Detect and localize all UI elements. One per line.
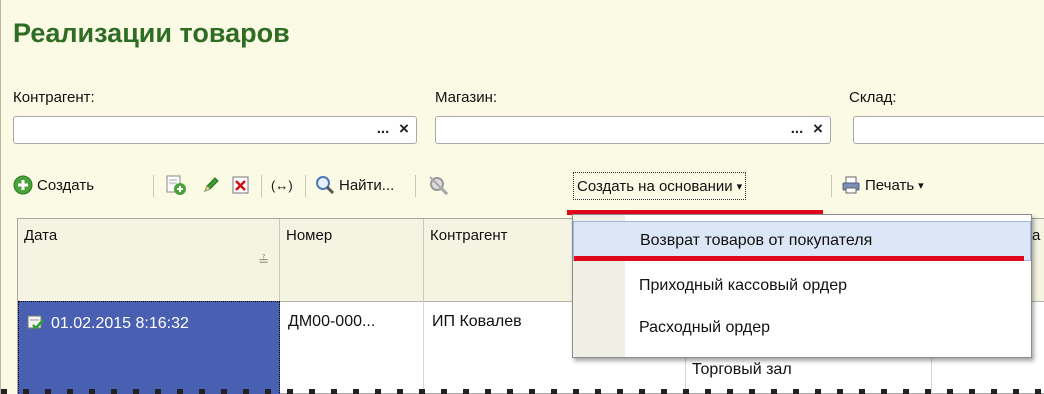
column-header-truncated[interactable]: а <box>1030 219 1044 301</box>
pencil-icon <box>204 177 219 192</box>
toolbar-separator <box>261 175 262 197</box>
store-clear-button[interactable]: × <box>807 117 829 143</box>
posted-document-icon <box>27 315 44 330</box>
resize-arrows-icon: (↔) <box>271 177 293 193</box>
print-button[interactable]: Печать ▾ <box>841 168 924 202</box>
toolbar-separator <box>305 175 306 197</box>
find-button-label: Найти... <box>339 176 395 194</box>
form-title: Реализации товаров <box>13 18 290 48</box>
form-window: Реализации товаров Контрагент: ... × Маг… <box>0 0 1044 394</box>
printer-icon <box>842 176 860 194</box>
find-button[interactable]: Найти... <box>315 168 394 202</box>
menu-item-return-from-buyer[interactable]: Возврат товаров от покупателя <box>573 221 1031 261</box>
cell-warehouse-text: Торговый зал <box>692 361 792 378</box>
sort-indicator-icon: ≟ <box>258 253 269 268</box>
store-choose-button[interactable]: ... <box>786 117 808 143</box>
chevron-down-icon: ▾ <box>918 179 924 192</box>
counterparty-label: Контрагент: <box>13 89 95 106</box>
copy-button[interactable] <box>165 168 187 202</box>
cell-number[interactable]: ДМ00-000... <box>280 301 424 394</box>
plus-circle-icon <box>13 175 33 195</box>
chevron-down-icon: ▾ <box>736 180 743 193</box>
create-based-on-menu: Возврат товаров от покупателя Приходный … <box>572 214 1032 358</box>
menu-item-cash-receipt-order[interactable]: Приходный кассовый ордер <box>573 267 1031 307</box>
column-header-number[interactable]: Номер <box>280 219 424 301</box>
cancel-search-button[interactable] <box>427 168 449 202</box>
create-based-on-button[interactable]: Создать на основании ▾ <box>573 172 747 200</box>
edit-button[interactable] <box>201 168 221 202</box>
delete-button[interactable] <box>231 168 251 202</box>
magnifier-icon <box>316 176 335 195</box>
counterparty-field[interactable]: ... × <box>13 116 417 144</box>
print-button-label: Печать <box>865 176 915 194</box>
cell-date[interactable]: 01.02.2015 8:16:32 <box>18 301 280 394</box>
column-resize-button[interactable]: (↔) <box>271 168 293 202</box>
counterparty-choose-button[interactable]: ... <box>372 117 394 143</box>
toolbar-separator <box>415 175 416 197</box>
counterparty-clear-button[interactable]: × <box>393 117 415 143</box>
annotation-underline <box>574 256 1024 261</box>
warehouse-label: Склад: <box>849 89 897 106</box>
cancel-search-icon <box>429 176 449 196</box>
copy-document-icon <box>166 175 186 195</box>
store-label: Магазин: <box>435 89 498 106</box>
create-button[interactable]: Создать <box>13 168 94 202</box>
create-based-on-label: Создать на основании <box>577 177 733 195</box>
delete-mark-icon <box>232 176 249 194</box>
store-field[interactable]: ... × <box>435 116 831 144</box>
column-header-date[interactable]: Дата ≟ <box>18 219 280 301</box>
warehouse-field[interactable] <box>853 116 1044 144</box>
toolbar: Создать (↔) Найти... Создать на основани… <box>13 168 1044 202</box>
bottom-edge-pattern <box>1 389 1044 394</box>
toolbar-separator <box>831 175 832 197</box>
toolbar-separator <box>153 175 154 197</box>
menu-item-expense-order[interactable]: Расходный ордер <box>573 309 1031 349</box>
create-button-label: Создать <box>37 176 95 194</box>
